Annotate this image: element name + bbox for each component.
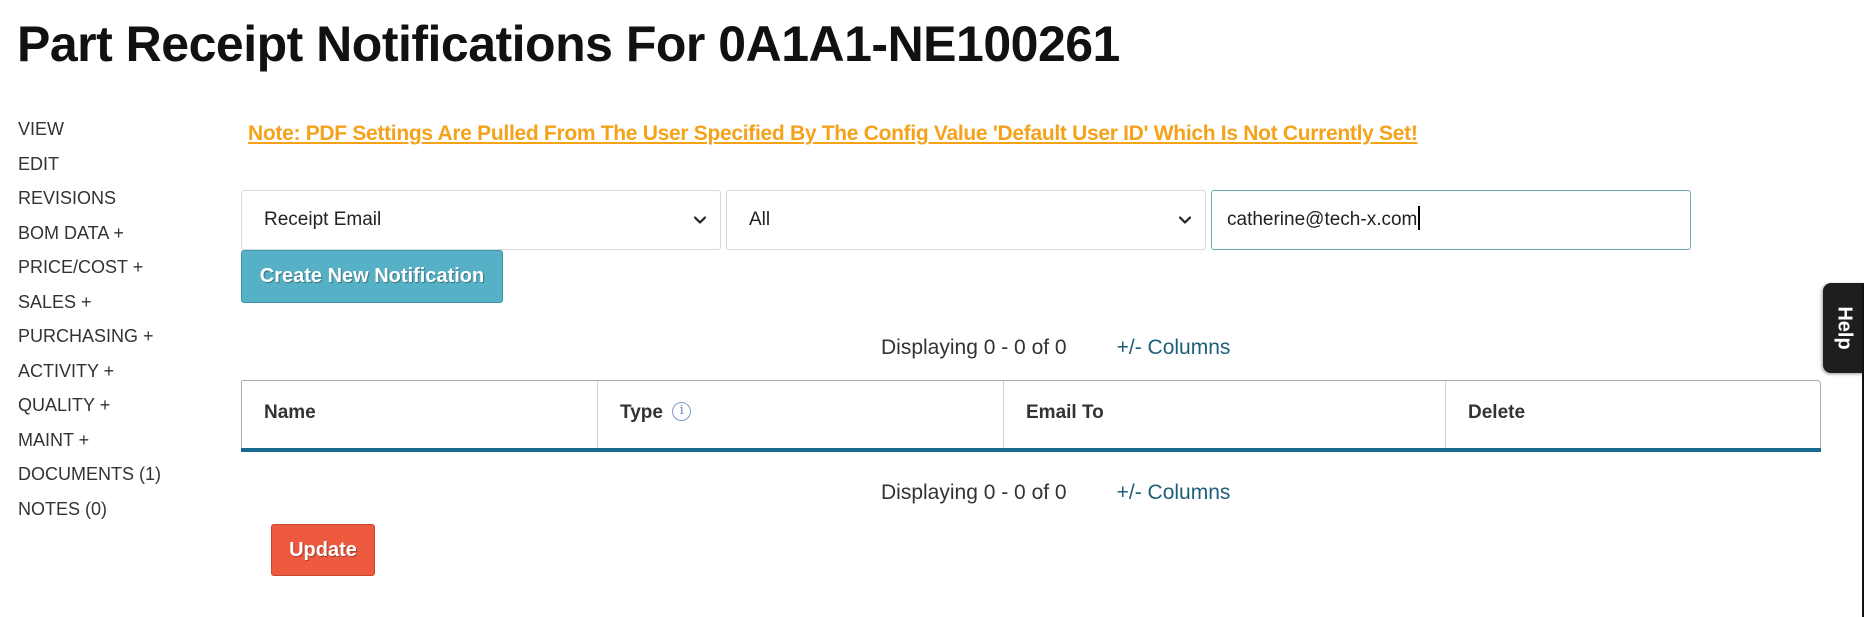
pager-status: Displaying 0 - 0 of 0: [881, 336, 1067, 359]
column-header-name-label: Name: [264, 402, 316, 423]
column-header-type-label: Type: [620, 402, 663, 423]
sidebar-item-maint[interactable]: MAINT +: [18, 426, 161, 461]
sidebar-nav: VIEW EDIT REVISIONS BOM DATA + PRICE/COS…: [18, 115, 161, 529]
sidebar-item-documents[interactable]: DOCUMENTS (1): [18, 460, 161, 495]
sidebar-item-purchasing[interactable]: PURCHASING +: [18, 322, 161, 357]
sidebar-item-notes[interactable]: NOTES (0): [18, 495, 161, 530]
sidebar-item-activity[interactable]: ACTIVITY +: [18, 357, 161, 392]
notifications-table-header: Name Type i Email To Delete: [241, 380, 1821, 452]
sidebar-item-sales[interactable]: SALES +: [18, 288, 161, 323]
sidebar-item-revisions[interactable]: REVISIONS: [18, 184, 161, 219]
chevron-down-icon: [693, 216, 707, 224]
page-title: Part Receipt Notifications For 0A1A1-NE1…: [17, 16, 1120, 72]
column-header-type[interactable]: Type i: [598, 381, 1004, 448]
notification-type-value: Receipt Email: [264, 209, 382, 230]
scope-value: All: [749, 209, 771, 230]
pager-bottom: Displaying 0 - 0 of 0 +/- Columns: [881, 481, 1230, 505]
column-header-email-to-label: Email To: [1026, 402, 1104, 423]
email-input-value: catherine@tech-x.com: [1227, 209, 1418, 230]
pager-status: Displaying 0 - 0 of 0: [881, 481, 1067, 504]
sidebar-item-price-cost[interactable]: PRICE/COST +: [18, 253, 161, 288]
chevron-down-icon: [1178, 216, 1192, 224]
help-tab-label: Help: [1833, 306, 1855, 350]
toggle-columns-link[interactable]: +/- Columns: [1117, 336, 1231, 359]
sidebar-item-edit[interactable]: EDIT: [18, 150, 161, 185]
text-cursor: [1418, 206, 1421, 231]
column-header-email-to[interactable]: Email To: [1004, 381, 1446, 448]
pdf-settings-note-link[interactable]: Note: PDF Settings Are Pulled From The U…: [248, 122, 1418, 146]
sidebar-item-view[interactable]: VIEW: [18, 115, 161, 150]
column-header-delete[interactable]: Delete: [1446, 381, 1820, 448]
sidebar-item-bom-data[interactable]: BOM DATA +: [18, 219, 161, 254]
scope-select[interactable]: All: [726, 190, 1206, 250]
toggle-columns-link[interactable]: +/- Columns: [1117, 481, 1231, 504]
create-new-notification-button[interactable]: Create New Notification: [241, 250, 503, 303]
column-header-delete-label: Delete: [1468, 402, 1526, 423]
sidebar-item-quality[interactable]: QUALITY +: [18, 391, 161, 426]
column-header-name[interactable]: Name: [242, 381, 598, 448]
update-button[interactable]: Update: [271, 524, 375, 576]
help-tab[interactable]: Help: [1823, 283, 1864, 373]
email-input[interactable]: catherine@tech-x.com: [1211, 190, 1691, 250]
notification-type-select[interactable]: Receipt Email: [241, 190, 721, 250]
info-icon[interactable]: i: [672, 401, 692, 421]
pager-top: Displaying 0 - 0 of 0 +/- Columns: [881, 336, 1230, 360]
